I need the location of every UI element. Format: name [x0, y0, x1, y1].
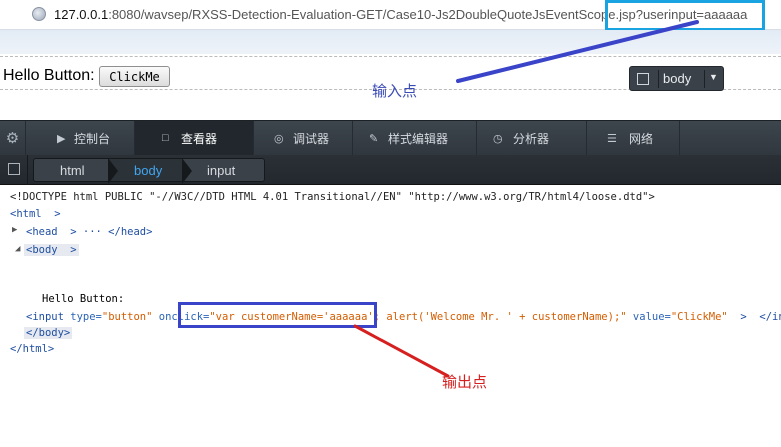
- tab-label: 网络: [629, 131, 654, 146]
- breadcrumb: html body input: [0, 155, 781, 185]
- debugger-icon: ◎: [274, 133, 284, 145]
- breadcrumb-separator: [182, 158, 192, 184]
- tab-profiler[interactable]: ◷ 分析器: [477, 121, 587, 155]
- inspector-icon: □: [162, 132, 169, 144]
- breadcrumb-separator: [108, 158, 118, 184]
- input-tag-close: > </input>: [740, 311, 781, 323]
- clickme-button[interactable]: ClickMe: [99, 66, 170, 87]
- html-close-node: </html>: [10, 343, 55, 355]
- devtools-toolbar: ⚙ ▶ 控制台 □ 查看器 ◎ 调试器 ✎ 样式编辑器 ◷ 分析器 ☰ 网络: [0, 120, 781, 155]
- network-icon: ☰: [607, 133, 617, 145]
- tab-style-editor[interactable]: ✎ 样式编辑器: [353, 121, 477, 155]
- value-attr: value=: [632, 311, 671, 323]
- head-node[interactable]: <head > ··· </head>: [26, 226, 152, 238]
- pick-element-button[interactable]: [0, 155, 28, 185]
- body-close-node: </body>: [24, 327, 73, 339]
- profiler-icon: ◷: [493, 133, 503, 145]
- tab-debugger[interactable]: ◎ 调试器: [254, 121, 353, 155]
- tab-console[interactable]: ▶ 控制台: [27, 121, 135, 155]
- expand-triangle-icon[interactable]: ▶: [12, 225, 17, 235]
- pick-element-icon[interactable]: [637, 73, 649, 85]
- doctype-node[interactable]: <!DOCTYPE html PUBLIC "-//W3C//DTD HTML …: [10, 191, 655, 203]
- url-host: 127.0.0.1: [54, 7, 109, 22]
- breadcrumb-input[interactable]: input: [207, 163, 235, 178]
- console-icon: ▶: [57, 133, 66, 145]
- collapse-triangle-icon[interactable]: ◢: [15, 244, 20, 254]
- tab-label: 查看器: [181, 131, 218, 146]
- input-tag-open: <input: [26, 311, 64, 323]
- html-node[interactable]: <html >: [10, 208, 61, 220]
- separator: [658, 70, 659, 88]
- type-value: "button": [101, 311, 153, 323]
- tab-inspector[interactable]: □ 查看器: [135, 121, 254, 155]
- tab-label: 分析器: [513, 131, 550, 146]
- value-value: "ClickMe": [670, 311, 728, 323]
- gear-icon[interactable]: ⚙: [0, 121, 26, 155]
- node-picker-label: body: [663, 71, 692, 86]
- breadcrumb-bar: html body input: [33, 158, 265, 184]
- input-node[interactable]: <input type="button" onclick="var custom…: [26, 311, 781, 323]
- globe-icon: [32, 7, 46, 21]
- breadcrumb-body[interactable]: body: [134, 163, 162, 178]
- input-highlight-box: [605, 0, 765, 31]
- breadcrumb-html[interactable]: html: [60, 163, 85, 178]
- pick-element-icon: [8, 163, 20, 175]
- separator: [704, 70, 705, 88]
- text-node[interactable]: Hello Button:: [42, 293, 124, 305]
- tab-network[interactable]: ☰ 网络: [587, 121, 680, 155]
- body-node[interactable]: <body >: [24, 244, 79, 256]
- tab-label: 控制台: [74, 131, 111, 146]
- tab-label: 样式编辑器: [388, 131, 449, 146]
- type-attr: type=: [70, 311, 102, 323]
- toolbar-strip: [0, 30, 781, 54]
- hello-text: Hello Button:: [3, 67, 95, 84]
- tab-label: 调试器: [293, 131, 330, 146]
- input-point-label: 输入点: [372, 83, 418, 100]
- output-highlight-box: [178, 302, 377, 328]
- node-picker[interactable]: body ▼: [629, 66, 724, 91]
- output-point-label: 输出点: [442, 374, 488, 391]
- style-editor-icon: ✎: [369, 133, 379, 145]
- chevron-down-icon[interactable]: ▼: [709, 72, 718, 82]
- markup-view: <!DOCTYPE html PUBLIC "-//W3C//DTD HTML …: [0, 186, 781, 447]
